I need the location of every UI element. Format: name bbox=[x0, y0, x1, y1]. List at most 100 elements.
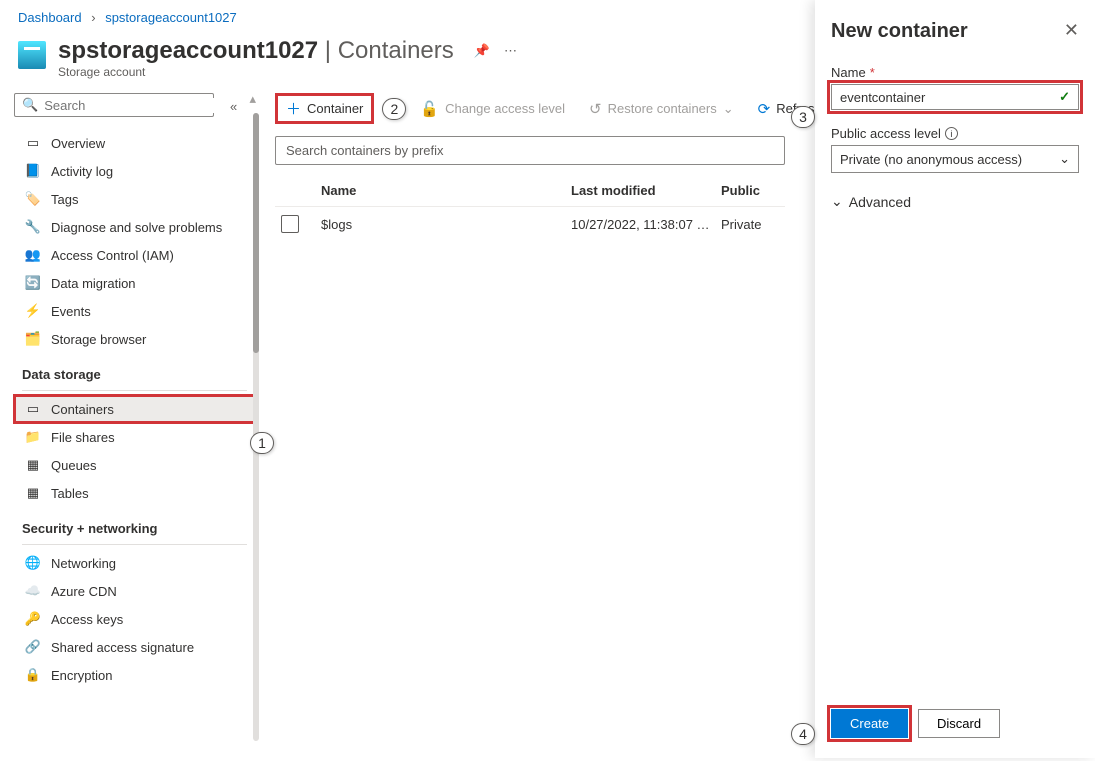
sidebar-item-label: Queues bbox=[51, 458, 97, 473]
pin-icon[interactable]: 📌 bbox=[474, 43, 490, 59]
required-asterisk: * bbox=[870, 65, 875, 80]
sas-icon: 🔗 bbox=[25, 639, 41, 655]
row-checkbox[interactable] bbox=[281, 215, 299, 233]
unlock-icon: 🔓 bbox=[420, 100, 439, 118]
collapse-sidebar-icon[interactable]: « bbox=[230, 99, 237, 114]
col-name[interactable]: Name bbox=[321, 183, 571, 198]
cell-name: $logs bbox=[321, 217, 571, 232]
chevron-down-icon: ⌄ bbox=[831, 193, 843, 210]
info-icon[interactable]: i bbox=[945, 127, 958, 140]
sidebar-item-encryption[interactable]: 🔒 Encryption bbox=[14, 661, 255, 689]
advanced-toggle[interactable]: ⌄ Advanced bbox=[831, 189, 1079, 210]
name-value: eventcontainer bbox=[840, 90, 925, 105]
cdn-icon: ☁️ bbox=[25, 583, 41, 599]
sidebar-item-networking[interactable]: 🌐Networking bbox=[14, 549, 255, 577]
new-container-button[interactable]: ＋ Container bbox=[275, 93, 374, 124]
sidebar-item-overview[interactable]: ▭ Overview bbox=[14, 129, 255, 157]
breadcrumb-current[interactable]: spstorageaccount1027 bbox=[105, 10, 237, 25]
breadcrumb-sep: › bbox=[91, 10, 95, 25]
sidebar-item-access-keys[interactable]: 🔑Access keys bbox=[14, 605, 255, 633]
sidebar-item-label: Tags bbox=[51, 192, 78, 207]
breadcrumb-root[interactable]: Dashboard bbox=[18, 10, 82, 25]
sidebar-item-label: Encryption bbox=[51, 668, 112, 683]
name-label: Name * bbox=[831, 65, 1079, 80]
access-level-label: Public access level i bbox=[831, 126, 1079, 141]
sidebar-item-label: Overview bbox=[51, 136, 105, 151]
restore-containers-button: ↺ Restore containers ⌄ bbox=[579, 95, 744, 123]
divider bbox=[22, 390, 247, 391]
sidebar-item-data-migration[interactable]: 🔄 Data migration bbox=[14, 269, 255, 297]
iam-icon: 👥 bbox=[25, 247, 41, 263]
panel-title: New container bbox=[831, 20, 968, 43]
close-icon[interactable]: ✕ bbox=[1064, 20, 1079, 41]
containers-table: Name Last modified Public $logs 10/27/20… bbox=[275, 175, 785, 241]
sidebar-item-access-control-iam-[interactable]: 👥 Access Control (IAM) bbox=[14, 241, 255, 269]
sidebar-item-containers[interactable]: ▭ Containers bbox=[14, 395, 255, 423]
access-label-text: Public access level bbox=[831, 126, 941, 141]
sidebar-item-label: Azure CDN bbox=[51, 584, 117, 599]
sidebar-item-activity-log[interactable]: 📘 Activity log bbox=[14, 157, 255, 185]
valid-check-icon: ✓ bbox=[1059, 89, 1070, 105]
advanced-label: Advanced bbox=[849, 194, 911, 210]
activity-icon: 📘 bbox=[25, 163, 41, 179]
keys-icon: 🔑 bbox=[25, 611, 41, 627]
sidebar-item-shared-access-signature[interactable]: 🔗 Shared access signature bbox=[14, 633, 255, 661]
sidebar-item-events[interactable]: ⚡Events bbox=[14, 297, 255, 325]
sidebar-search-input[interactable] bbox=[38, 98, 220, 113]
tags-icon: 🏷️ bbox=[25, 191, 41, 207]
sidebar-item-tables[interactable]: ▦Tables bbox=[14, 479, 255, 507]
create-button[interactable]: Create bbox=[831, 709, 908, 738]
discard-button[interactable]: Discard bbox=[918, 709, 1000, 738]
col-modified[interactable]: Last modified bbox=[571, 183, 721, 198]
more-icon[interactable]: ⋯ bbox=[504, 43, 517, 59]
change-access-label: Change access level bbox=[445, 101, 565, 116]
sidebar-item-label: Activity log bbox=[51, 164, 113, 179]
sidebar-item-storage-browser[interactable]: 🗂️ Storage browser bbox=[14, 325, 255, 353]
sidebar-search[interactable]: 🔍 bbox=[14, 93, 214, 117]
sidebar-item-label: Shared access signature bbox=[51, 640, 194, 655]
tables-icon: ▦ bbox=[25, 485, 41, 501]
migration-icon: 🔄 bbox=[25, 275, 41, 291]
new-container-label: Container bbox=[307, 101, 363, 116]
sidebar-item-queues[interactable]: ▦Queues bbox=[14, 451, 255, 479]
refresh-icon: ⟳ bbox=[758, 100, 771, 118]
col-access[interactable]: Public bbox=[721, 183, 791, 198]
sidebar-item-azure-cdn[interactable]: ☁️ Azure CDN bbox=[14, 577, 255, 605]
name-input[interactable]: eventcontainer ✓ bbox=[831, 84, 1079, 110]
sidebar-item-label: Containers bbox=[51, 402, 114, 417]
annotation-3: 3 bbox=[791, 106, 815, 128]
sidebar-item-label: Data migration bbox=[51, 276, 136, 291]
chevron-down-icon: ⌄ bbox=[1059, 151, 1070, 167]
annotation-2: 2 bbox=[382, 98, 406, 120]
search-containers-input[interactable]: Search containers by prefix bbox=[275, 136, 785, 165]
title-section: Containers bbox=[338, 37, 454, 64]
browser-icon: 🗂️ bbox=[25, 331, 41, 347]
sidebar-item-label: Storage browser bbox=[51, 332, 146, 347]
table-row[interactable]: $logs 10/27/2022, 11:38:07 … Private bbox=[275, 206, 785, 241]
sidebar-item-diagnose-and-solve-problems[interactable]: 🔧 Diagnose and solve problems bbox=[14, 213, 255, 241]
encryption-icon: 🔒 bbox=[25, 667, 41, 683]
overview-icon: ▭ bbox=[25, 135, 41, 151]
undo-icon: ↺ bbox=[589, 100, 602, 118]
menu-section-security: Security + networking bbox=[14, 507, 255, 540]
access-level-dropdown[interactable]: Private (no anonymous access) ⌄ bbox=[831, 145, 1079, 173]
containers-icon: ▭ bbox=[25, 401, 41, 417]
annotation-1: 1 bbox=[250, 432, 274, 454]
sidebar-item-file-shares[interactable]: 📁File shares bbox=[14, 423, 255, 451]
plus-icon: ＋ bbox=[286, 98, 301, 119]
sidebar-item-tags[interactable]: 🏷️ Tags bbox=[14, 185, 255, 213]
sidebar-item-label: File shares bbox=[51, 430, 115, 445]
title-sep: | bbox=[325, 37, 331, 64]
sidebar-item-label: Networking bbox=[51, 556, 116, 571]
menu-section-data: Data storage bbox=[14, 353, 255, 386]
change-access-button: 🔓 Change access level bbox=[410, 95, 575, 123]
restore-label: Restore containers bbox=[608, 101, 717, 116]
diagnose-icon: 🔧 bbox=[25, 219, 41, 235]
access-level-value: Private (no anonymous access) bbox=[840, 152, 1022, 167]
storage-account-icon bbox=[18, 41, 46, 69]
new-container-panel: New container ✕ Name * eventcontainer ✓ … bbox=[815, 0, 1095, 758]
sidebar-item-label: Diagnose and solve problems bbox=[51, 220, 222, 235]
sidebar-item-label: Access Control (IAM) bbox=[51, 248, 174, 263]
sidebar-item-label: Events bbox=[51, 304, 91, 319]
divider bbox=[22, 544, 247, 545]
